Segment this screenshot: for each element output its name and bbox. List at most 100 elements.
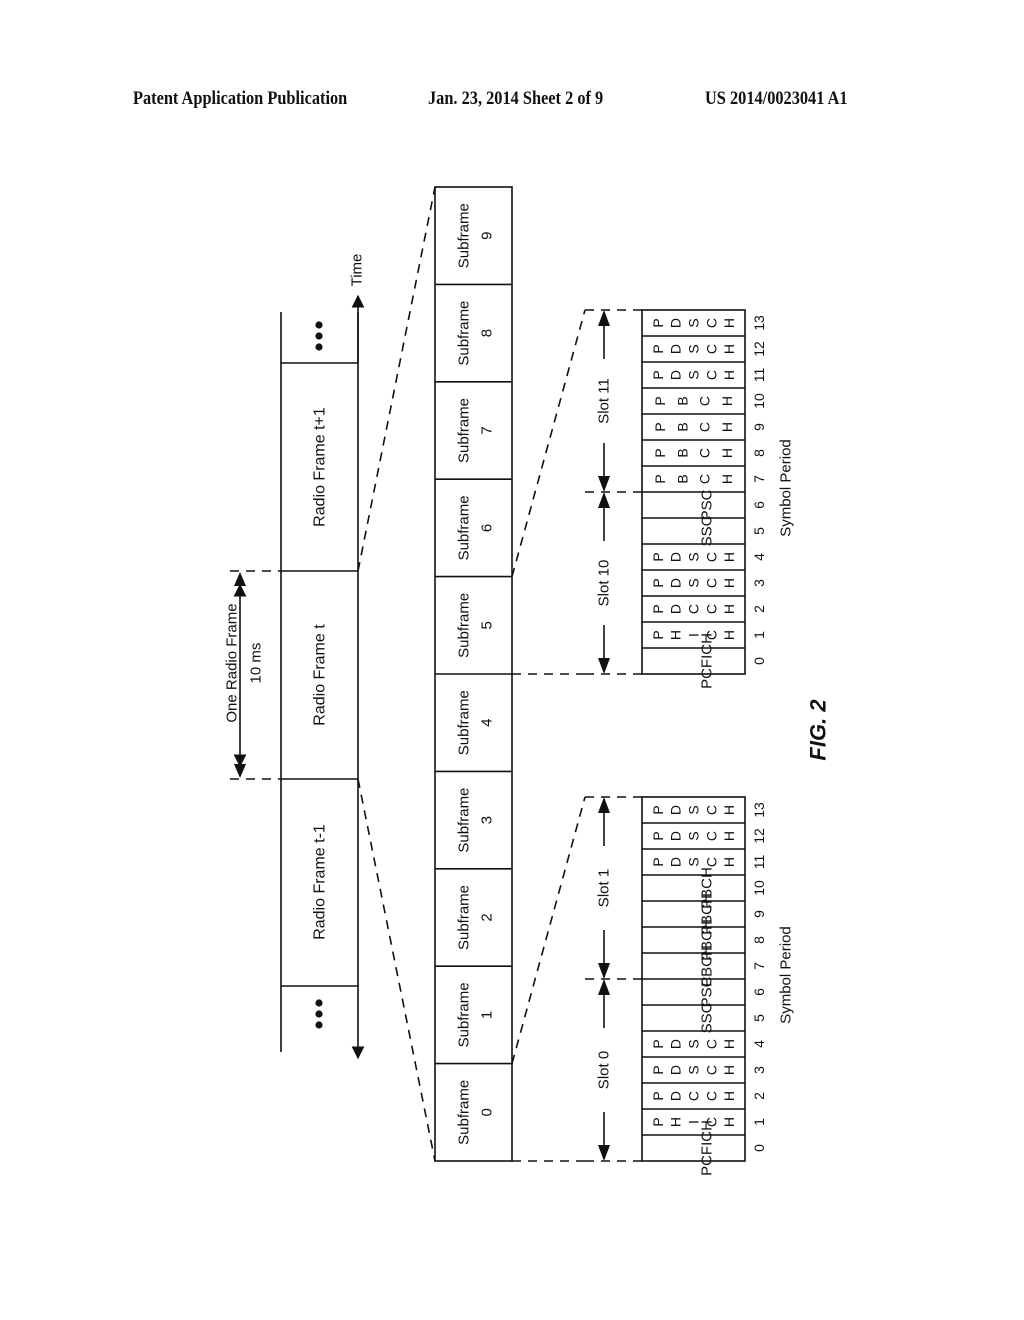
subframe5-symbol-1-channel: P xyxy=(650,630,666,639)
subframe5-symbol-period-4: 4 xyxy=(751,553,767,561)
subframe5-symbol-2-channel: C xyxy=(703,604,719,614)
subframe0-symbol-4-channel: P xyxy=(650,1039,666,1048)
subframe-index-9: 9 xyxy=(479,232,496,240)
arrowhead-icon xyxy=(234,572,246,586)
ellipsis-icon xyxy=(315,999,323,1007)
subframe5-symbol-8-channel: H xyxy=(719,448,735,458)
subframe-label-6: Subframe xyxy=(456,495,473,560)
subframe-label-1: Subframe xyxy=(456,982,473,1047)
subframe0-symbol-1-channel: H xyxy=(668,1117,684,1127)
subframe0-symbol-2-channel: D xyxy=(668,1091,684,1101)
subframe0-symbol-4-channel: C xyxy=(703,1039,719,1049)
subframe-index-7: 7 xyxy=(479,426,496,434)
ellipsis-icon xyxy=(315,343,323,351)
figure-label: FIG. 2 xyxy=(806,699,831,761)
radio-frame-label-0: Radio Frame t-1 xyxy=(312,824,329,940)
subframe5-symbol-12-channel: P xyxy=(650,344,666,353)
subframe5-symbol-4-channel: C xyxy=(703,552,719,562)
subframe5-symbol-9-channel: H xyxy=(719,422,735,432)
subframe5-symbol-4-channel: P xyxy=(650,552,666,561)
subframe5-symbol-period-label: Symbol Period xyxy=(778,439,795,537)
subframe0-symbol-3-channel: C xyxy=(703,1065,719,1075)
subframe-label-7: Subframe xyxy=(456,398,473,463)
subframe5-symbol-period-12: 12 xyxy=(751,341,767,357)
subframe5-symbol-13-channel: P xyxy=(650,318,666,327)
subframe5-symbol-7-channel: B xyxy=(674,474,690,483)
subframe0-symbol-1-channel: P xyxy=(650,1117,666,1126)
arrowhead-icon xyxy=(598,1145,610,1161)
subframe0-symbol-11-channel: D xyxy=(668,857,684,867)
arrowhead-icon xyxy=(234,764,246,778)
subframe5-symbol-2-channel: H xyxy=(721,604,737,614)
subframe5-symbol-1-channel: I xyxy=(686,633,702,637)
subframe5-symbol-period-8: 8 xyxy=(751,449,767,457)
subframe5-symbol-12-channel: S xyxy=(686,344,702,353)
subframe5-symbol-2-channel: C xyxy=(686,604,702,614)
subframe-label-4: Subframe xyxy=(456,690,473,755)
radio-frame-label-1: Radio Frame t xyxy=(312,624,329,726)
subframe-label-9: Subframe xyxy=(456,203,473,268)
subframe5-symbol-8-channel: P xyxy=(652,448,668,457)
subframe0-symbol-11-channel: P xyxy=(650,857,666,866)
subframe5-slot-label-1: Slot 11 xyxy=(596,378,613,424)
subframe5-symbol-2-channel: P xyxy=(650,604,666,613)
subframe5-symbol-13-channel: D xyxy=(668,318,684,328)
subframe0-symbol-period-2: 2 xyxy=(751,1092,767,1100)
expansion-line xyxy=(511,309,586,577)
radio-frame-label-2: Radio Frame t+1 xyxy=(312,407,329,527)
subframe0-symbol-period-0: 0 xyxy=(751,1144,767,1152)
subframe5-symbol-period-2: 2 xyxy=(751,605,767,613)
subframe0-symbol-period-8: 8 xyxy=(751,936,767,944)
subframe0-symbol-period-6: 6 xyxy=(751,988,767,996)
subframe5-symbol-3-channel: D xyxy=(668,578,684,588)
subframe0-symbol-3-channel: D xyxy=(668,1065,684,1075)
subframe5-symbol-period-6: 6 xyxy=(751,501,767,509)
subframe5-symbol-8-channel: C xyxy=(697,448,713,458)
subframe5-symbol-2-channel: D xyxy=(668,604,684,614)
subframe5-symbol-11-channel: D xyxy=(668,370,684,380)
expansion-line xyxy=(511,796,586,1064)
subframe5-symbol-period-11: 11 xyxy=(751,368,767,383)
subframe5-symbol-1-channel: C xyxy=(703,630,719,640)
frame-structure-diagram: Time Radio Frame t-1 Radio Frame t Radio Fr… xyxy=(224,186,831,1176)
ellipsis-icon xyxy=(315,321,323,329)
subframe5-symbol-10-channel: P xyxy=(652,396,668,405)
subframe5-symbol-9-channel: C xyxy=(697,422,713,432)
subframe0-symbol-1-channel: I xyxy=(686,1120,702,1124)
subframe0-slot-label-0: Slot 0 xyxy=(596,1051,613,1089)
subframe0-symbol-13-channel: C xyxy=(703,805,719,815)
subframe5-symbol-10-channel: H xyxy=(719,396,735,406)
subframe0-symbol-13-channel: H xyxy=(721,805,737,815)
subframe5-symbol-13-channel: C xyxy=(703,318,719,328)
subframe5-symbol-11-channel: P xyxy=(650,370,666,379)
subframe5-symbol-6-channel: PSC xyxy=(699,489,716,520)
subframe5-symbol-3-channel: P xyxy=(650,578,666,587)
subframe5-symbol-10-channel: B xyxy=(674,396,690,405)
subframe-label-0: Subframe xyxy=(456,1080,473,1145)
subframe5-symbol-8-channel: B xyxy=(674,448,690,457)
subframe-index-1: 1 xyxy=(479,1011,496,1019)
subframe0-symbol-period-12: 12 xyxy=(751,828,767,844)
subframe0-symbol-11-channel: S xyxy=(686,857,702,866)
subframe-index-0: 0 xyxy=(479,1108,496,1116)
subframe5-slot-label-0: Slot 10 xyxy=(596,560,613,607)
subframe-label-3: Subframe xyxy=(456,788,473,853)
subframe-index-3: 3 xyxy=(479,816,496,824)
subframe5-symbol-13-channel: S xyxy=(686,318,702,327)
subframe5-symbol-3-channel: H xyxy=(721,578,737,588)
arrowhead-icon xyxy=(598,310,610,326)
subframe0-symbol-3-channel: S xyxy=(686,1065,702,1074)
subframe0-symbol-period-7: 7 xyxy=(751,962,767,970)
subframe5-symbol-4-channel: H xyxy=(721,552,737,562)
subframe5-symbol-period-1: 1 xyxy=(751,631,767,639)
subframe0-symbol-12-channel: S xyxy=(686,831,702,840)
subframe5-symbol-7-channel: P xyxy=(652,474,668,483)
subframe5-symbol-3-channel: C xyxy=(703,578,719,588)
subframe5-symbol-11-channel: C xyxy=(703,370,719,380)
subframe-label-8: Subframe xyxy=(456,301,473,366)
subframe5-symbol-period-0: 0 xyxy=(751,657,767,665)
subframe5-symbol-4-channel: S xyxy=(686,552,702,561)
subframe5-symbol-period-13: 13 xyxy=(751,315,767,331)
subframe0-symbol-13-channel: P xyxy=(650,805,666,814)
subframe5-symbol-period-3: 3 xyxy=(751,579,767,587)
